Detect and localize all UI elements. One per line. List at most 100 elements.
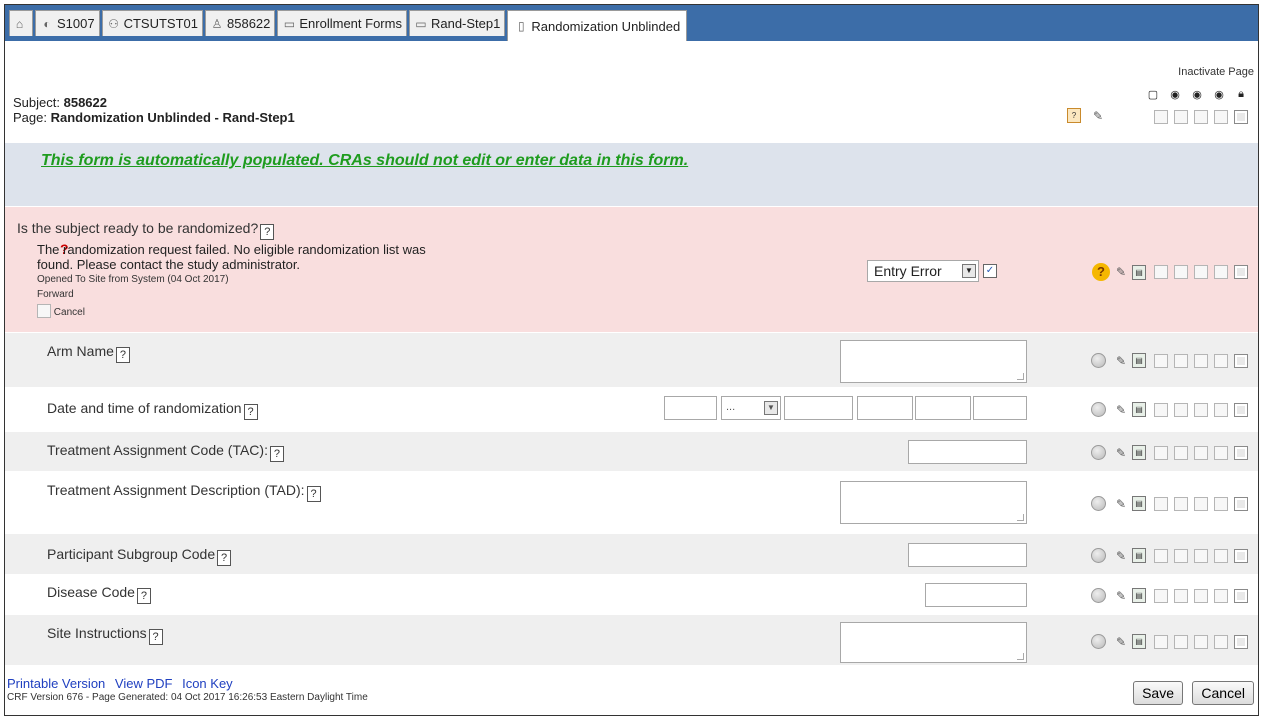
row-checkbox[interactable] xyxy=(1194,402,1208,417)
row-checkbox[interactable] xyxy=(1194,496,1208,511)
row-checkbox[interactable] xyxy=(1214,445,1228,460)
row-checkbox[interactable] xyxy=(1234,496,1248,511)
row-checkbox[interactable] xyxy=(1194,353,1208,368)
tab-randomization-unblinded[interactable]: ▯ Randomization Unblinded xyxy=(507,10,688,41)
page-checkbox[interactable] xyxy=(1174,110,1188,124)
query-status-icon[interactable]: ? xyxy=(1092,263,1110,281)
help-icon[interactable]: ? xyxy=(269,446,284,462)
help-icon[interactable]: ? xyxy=(148,629,163,645)
pencil-icon[interactable]: ✎ xyxy=(1116,635,1126,649)
row-checkbox[interactable] xyxy=(1234,548,1248,563)
subgroup-input[interactable] xyxy=(908,543,1027,567)
disease-code-input[interactable] xyxy=(925,583,1027,607)
status-radio-icon[interactable] xyxy=(1091,496,1106,511)
status-radio-icon[interactable] xyxy=(1091,634,1106,649)
pencil-icon[interactable]: ✎ xyxy=(1116,446,1126,460)
page-checkbox[interactable] xyxy=(1194,110,1208,124)
icon-key-link[interactable]: Icon Key xyxy=(182,676,233,691)
status-radio-icon[interactable] xyxy=(1091,588,1106,603)
second-input[interactable] xyxy=(973,396,1027,420)
row-checkbox[interactable] xyxy=(1194,445,1208,460)
row-checkbox[interactable] xyxy=(1174,265,1188,279)
notes-icon[interactable]: ▤ xyxy=(1132,264,1146,280)
row-checkbox[interactable] xyxy=(1174,548,1188,563)
row-checkbox[interactable] xyxy=(1194,634,1208,649)
row-checkbox[interactable] xyxy=(1234,634,1248,649)
row-checkbox[interactable] xyxy=(1174,634,1188,649)
tab-enrollment-forms[interactable]: ▭ Enrollment Forms xyxy=(277,10,407,36)
row-checkbox[interactable] xyxy=(1174,402,1188,417)
pencil-icon[interactable]: ✎ xyxy=(1116,589,1126,603)
row-checkbox[interactable] xyxy=(1234,588,1248,603)
row-checkbox[interactable] xyxy=(1154,496,1168,511)
pencil-icon[interactable]: ✎ xyxy=(1116,497,1126,511)
row-checkbox[interactable] xyxy=(1174,588,1188,603)
hour-input[interactable] xyxy=(857,396,913,420)
site-instructions-textarea[interactable] xyxy=(840,622,1027,663)
pencil-icon[interactable]: ✎ xyxy=(1093,109,1103,123)
help-icon[interactable]: ? xyxy=(217,550,232,566)
arm-name-textarea[interactable] xyxy=(840,340,1027,383)
confirm-checkbox[interactable]: ✓ xyxy=(983,264,997,278)
row-checkbox[interactable] xyxy=(1154,265,1168,279)
notes-icon[interactable]: ▤ xyxy=(1132,402,1146,417)
row-checkbox[interactable] xyxy=(1154,445,1168,460)
cancel-checkbox[interactable] xyxy=(37,304,51,318)
row-checkbox[interactable] xyxy=(1214,402,1228,417)
help-icon[interactable]: ? xyxy=(115,347,130,363)
row-checkbox[interactable] xyxy=(1214,588,1228,603)
notes-icon[interactable]: ▤ xyxy=(1132,588,1146,603)
view-pdf-link[interactable]: View PDF xyxy=(115,676,173,691)
day-input[interactable] xyxy=(664,396,717,420)
page-checkbox[interactable] xyxy=(1214,110,1228,124)
help-icon[interactable]: ? xyxy=(306,486,321,502)
cancel-button[interactable]: Cancel xyxy=(1192,681,1254,705)
minute-input[interactable] xyxy=(915,396,971,420)
printable-version-link[interactable]: Printable Version xyxy=(7,676,105,691)
status-radio-icon[interactable] xyxy=(1091,548,1106,563)
page-query-icon[interactable]: ? xyxy=(1067,108,1081,123)
year-input[interactable] xyxy=(784,396,853,420)
row-checkbox[interactable] xyxy=(1154,402,1168,417)
pencil-icon[interactable]: ✎ xyxy=(1116,354,1126,368)
row-checkbox[interactable] xyxy=(1214,634,1228,649)
tab-subject[interactable]: ♙ 858622 xyxy=(205,10,276,36)
notes-icon[interactable]: ▤ xyxy=(1132,353,1146,368)
inactivate-page-checkbox[interactable] xyxy=(1234,110,1248,124)
row-checkbox[interactable] xyxy=(1174,445,1188,460)
row-checkbox[interactable] xyxy=(1154,588,1168,603)
status-radio-icon[interactable] xyxy=(1091,353,1106,368)
tad-textarea[interactable] xyxy=(840,481,1027,524)
notes-icon[interactable]: ▤ xyxy=(1132,445,1146,460)
row-checkbox[interactable] xyxy=(1214,265,1228,279)
row-checkbox[interactable] xyxy=(1214,353,1228,368)
response-select[interactable]: Entry Error ▼ xyxy=(867,260,979,282)
month-select[interactable]: ... ▼ xyxy=(721,396,781,420)
row-checkbox[interactable] xyxy=(1174,496,1188,511)
row-checkbox[interactable] xyxy=(1194,548,1208,563)
row-checkbox[interactable] xyxy=(1234,445,1248,460)
status-radio-icon[interactable] xyxy=(1091,445,1106,460)
row-checkbox[interactable] xyxy=(1234,265,1248,279)
pencil-icon[interactable]: ✎ xyxy=(1116,403,1126,417)
tab-site[interactable]: ⚇ CTSUTST01 xyxy=(101,10,203,36)
status-radio-icon[interactable] xyxy=(1091,402,1106,417)
row-checkbox[interactable] xyxy=(1214,548,1228,563)
row-checkbox[interactable] xyxy=(1154,353,1168,368)
row-checkbox[interactable] xyxy=(1194,588,1208,603)
row-checkbox[interactable] xyxy=(1234,353,1248,368)
help-icon[interactable]: ? xyxy=(260,224,275,240)
tab-home[interactable]: ⌂ xyxy=(9,10,33,36)
row-checkbox[interactable] xyxy=(1174,353,1188,368)
tab-rand-step1[interactable]: ▭ Rand-Step1 xyxy=(408,10,506,36)
row-checkbox[interactable] xyxy=(1154,548,1168,563)
save-button[interactable]: Save xyxy=(1133,681,1183,705)
row-checkbox[interactable] xyxy=(1214,496,1228,511)
row-checkbox[interactable] xyxy=(1194,265,1208,279)
row-checkbox[interactable] xyxy=(1234,402,1248,417)
help-icon[interactable]: ? xyxy=(136,588,151,604)
notes-icon[interactable]: ▤ xyxy=(1132,634,1146,649)
pencil-icon[interactable]: ✎ xyxy=(1116,549,1126,563)
tab-study[interactable]: ◐ S1007 xyxy=(35,10,100,36)
row-checkbox[interactable] xyxy=(1154,634,1168,649)
